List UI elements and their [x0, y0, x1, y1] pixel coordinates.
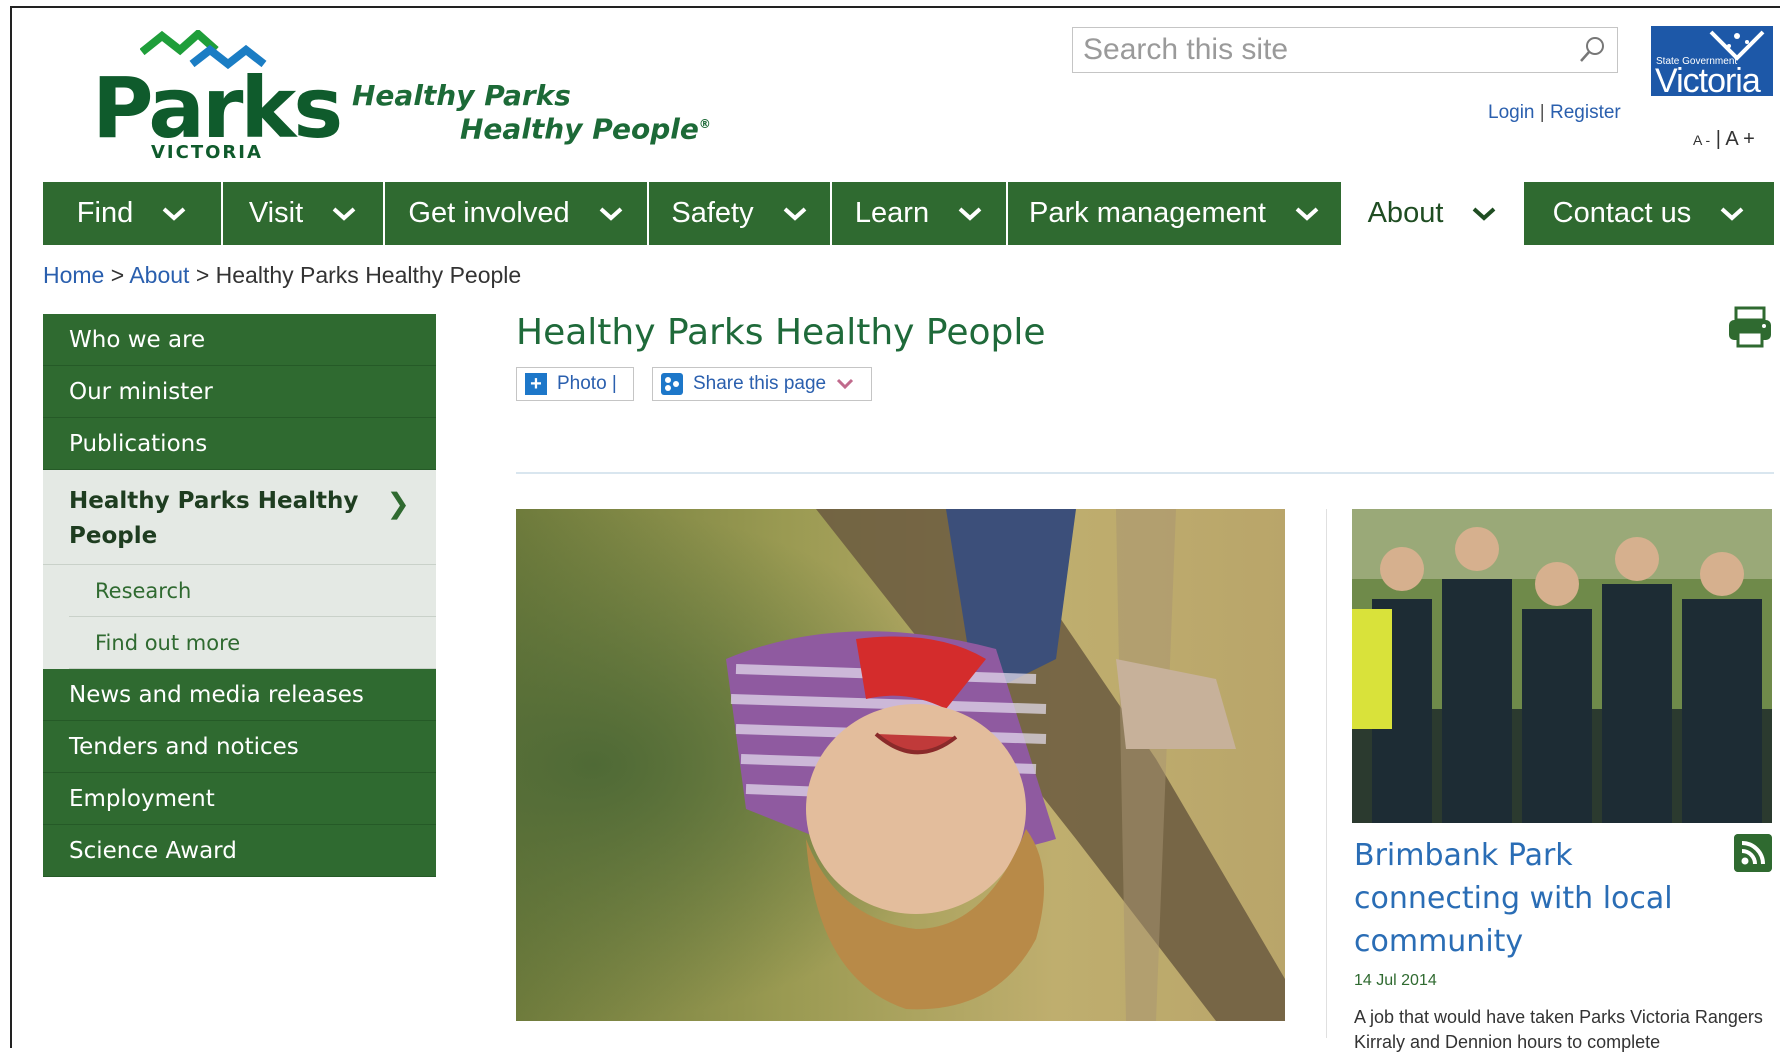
state-government-victoria-logo[interactable]: State Government Victoria — [1651, 26, 1773, 96]
news-image-rangers-group — [1352, 509, 1772, 823]
sidebar-item-healthy-parks-current[interactable]: Healthy Parks Healthy People ❯ — [43, 470, 436, 565]
font-size-controls: A - | A + — [1693, 128, 1755, 151]
sidebar-current-label: Healthy Parks Healthy People — [69, 488, 359, 549]
breadcrumb-separator: > — [195, 262, 210, 288]
search-input[interactable] — [1073, 28, 1573, 72]
plus-icon: + — [525, 373, 547, 395]
chevron-down-icon — [958, 207, 982, 221]
register-link[interactable]: Register — [1550, 102, 1621, 123]
search-icon[interactable] — [1577, 35, 1607, 65]
chevron-down-icon — [332, 207, 356, 221]
sidebar-item-publications[interactable]: Publications — [43, 418, 436, 470]
login-separator: | — [1539, 102, 1545, 123]
nav-item-learn[interactable]: Learn — [832, 182, 1008, 245]
nav-item-about[interactable]: About — [1343, 182, 1524, 245]
chevron-down-icon — [1720, 207, 1744, 221]
gov-name-text: Victoria — [1655, 62, 1761, 96]
breadcrumb: Home > About > Healthy Parks Healthy Peo… — [43, 262, 521, 289]
sidebar-item-tenders[interactable]: Tenders and notices — [43, 721, 436, 773]
nav-item-label: Safety — [671, 197, 754, 229]
nav-item-find[interactable]: Find — [43, 182, 223, 245]
nav-item-label: Contact us — [1552, 197, 1692, 229]
breadcrumb-home-link[interactable]: Home — [43, 262, 104, 288]
hero-image-child-in-tree — [516, 509, 1285, 1021]
content-divider — [516, 472, 1774, 474]
photo-button[interactable]: + Photo | — [516, 367, 634, 401]
nav-item-contact-us[interactable]: Contact us — [1524, 182, 1774, 245]
news-excerpt: A job that would have taken Parks Victor… — [1354, 1007, 1763, 1052]
share-page-button[interactable]: Share this page — [652, 367, 872, 401]
sidebar-item-news-media[interactable]: News and media releases — [43, 669, 436, 721]
font-decrease-button[interactable]: A - — [1693, 132, 1710, 148]
chevron-down-icon — [1473, 207, 1496, 221]
main-navigation: Find Visit Get involved Safety Learn Park man… — [43, 182, 1774, 245]
share-icon — [661, 373, 683, 395]
tagline-line1: Healthy Parks — [352, 79, 571, 112]
sidebar-nav: Who we are Our minister Publications Hea… — [43, 314, 436, 877]
chevron-down-icon — [783, 207, 806, 221]
nav-item-label: Get involved — [408, 197, 570, 229]
news-date: 14 Jul 2014 — [1354, 972, 1437, 989]
chevron-right-icon: ❯ — [386, 487, 410, 520]
chevron-down-icon — [162, 207, 186, 221]
parks-victoria-logo[interactable]: Parks VICTORIA — [92, 30, 343, 165]
font-size-separator: | — [1715, 128, 1721, 150]
nav-item-label: Park management — [1029, 197, 1266, 229]
nav-item-label: Learn — [854, 197, 930, 229]
nav-item-get-involved[interactable]: Get involved — [385, 182, 649, 245]
sidebar-item-science-award[interactable]: Science Award — [43, 825, 436, 877]
chevron-down-icon — [599, 207, 622, 221]
news-title-link[interactable]: Brimbank Park connecting with local comm… — [1354, 834, 1714, 963]
breadcrumb-separator: > — [110, 262, 125, 288]
column-divider — [1326, 509, 1327, 1038]
page-title: Healthy Parks Healthy People — [516, 312, 1046, 353]
breadcrumb-about-link[interactable]: About — [129, 262, 189, 288]
breadcrumb-current: Healthy Parks Healthy People — [215, 262, 522, 288]
rss-icon[interactable] — [1734, 834, 1772, 872]
login-link[interactable]: Login — [1488, 102, 1535, 123]
search-box[interactable] — [1072, 27, 1618, 73]
logo-subtitle: VICTORIA — [151, 142, 263, 163]
sidebar-subitem-research[interactable]: Research — [43, 565, 436, 617]
sidebar-item-who-we-are[interactable]: Who we are — [43, 314, 436, 366]
registered-mark: ® — [698, 117, 711, 131]
share-button-label: Share this page — [693, 373, 827, 394]
account-links: Login | Register — [1488, 102, 1621, 124]
nav-item-park-management[interactable]: Park management — [1008, 182, 1343, 245]
print-icon[interactable] — [1726, 306, 1774, 350]
tagline-line2: Healthy People — [460, 112, 699, 146]
nav-item-label: Visit — [248, 197, 304, 229]
nav-item-visit[interactable]: Visit — [223, 182, 385, 245]
sidebar-item-employment[interactable]: Employment — [43, 773, 436, 825]
photo-button-label: Photo | — [557, 373, 617, 394]
logo-wordmark: Parks — [92, 59, 343, 157]
tagline-line2-wrap: Healthy People® — [352, 110, 711, 143]
sidebar-item-our-minister[interactable]: Our minister — [43, 366, 436, 418]
font-increase-button[interactable]: A + — [1725, 128, 1754, 150]
nav-item-safety[interactable]: Safety — [649, 182, 832, 245]
tagline: Healthy Parks Healthy People® — [352, 82, 711, 143]
chevron-down-icon — [837, 378, 854, 390]
chevron-down-icon — [1295, 207, 1319, 221]
sidebar-subitem-find-out-more[interactable]: Find out more — [43, 617, 436, 669]
nav-item-label: Find — [76, 197, 134, 229]
nav-item-label: About — [1367, 197, 1444, 229]
